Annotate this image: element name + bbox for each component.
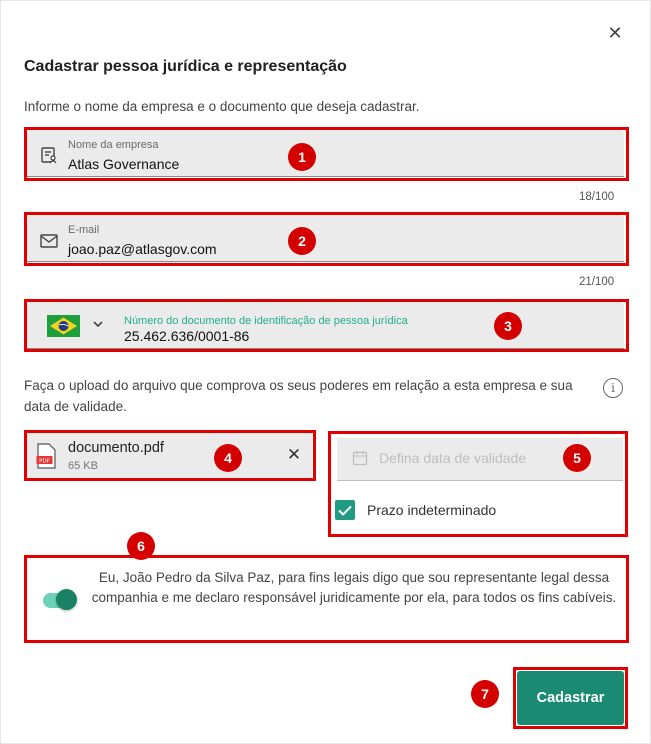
consent-toggle-thumb[interactable] xyxy=(56,589,77,610)
company-name-label: Nome da empresa xyxy=(68,139,159,151)
calendar-icon xyxy=(351,449,369,467)
uploaded-file-card: PDF documento.pdf 65 KB ✕ xyxy=(27,433,312,478)
chevron-down-icon[interactable] xyxy=(90,316,106,332)
document-number-field[interactable]: Número do documento de identificação de … xyxy=(27,302,624,349)
remove-file-icon[interactable]: ✕ xyxy=(285,445,303,464)
consent-text: Eu, João Pedro da Silva Paz, para fins l… xyxy=(91,570,617,605)
email-label: E-mail xyxy=(68,224,100,236)
document-number-label: Número do documento de identificação de … xyxy=(124,315,408,327)
indefinite-term-checkbox[interactable] xyxy=(335,500,355,520)
validity-date-placeholder: Defina data de validade xyxy=(379,450,527,466)
submit-button[interactable]: Cadastrar xyxy=(517,671,624,725)
dialog-title: Cadastrar pessoa jurídica e representaçã… xyxy=(24,58,347,75)
email-counter: 21/100 xyxy=(579,276,615,288)
annotation-badge-5: 5 xyxy=(563,444,591,472)
dialog-intro: Informe o nome da empresa e o documento … xyxy=(24,99,420,114)
info-icon[interactable]: i xyxy=(603,378,623,398)
file-name: documento.pdf xyxy=(68,440,164,456)
svg-text:PDF: PDF xyxy=(39,459,50,465)
indefinite-term-label: Prazo indeterminado xyxy=(367,502,497,518)
close-icon[interactable]: ✕ xyxy=(604,22,626,44)
brazil-flag-icon[interactable] xyxy=(47,315,80,337)
company-name-value[interactable]: Atlas Governance xyxy=(68,156,179,172)
register-company-dialog: ✕ Cadastrar pessoa jurídica e representa… xyxy=(0,0,651,744)
company-id-icon xyxy=(39,145,59,165)
annotation-badge-1: 1 xyxy=(288,143,316,171)
email-field[interactable]: E-mail joao.paz@atlasgov.com xyxy=(27,215,624,262)
file-size: 65 KB xyxy=(68,460,98,472)
email-value[interactable]: joao.paz@atlasgov.com xyxy=(68,241,217,257)
annotation-badge-7: 7 xyxy=(471,680,499,708)
annotation-badge-2: 2 xyxy=(288,227,316,255)
company-name-counter: 18/100 xyxy=(579,191,615,203)
company-name-field[interactable]: Nome da empresa Atlas Governance xyxy=(27,130,624,177)
pdf-file-icon: PDF xyxy=(35,443,57,469)
envelope-icon xyxy=(39,231,59,251)
annotation-badge-3: 3 xyxy=(494,312,522,340)
document-number-value[interactable]: 25.462.636/0001-86 xyxy=(124,328,249,344)
annotation-badge-4: 4 xyxy=(214,444,242,472)
annotation-badge-6: 6 xyxy=(127,532,155,560)
upload-instructions: Faça o upload do arquivo que comprova os… xyxy=(24,378,573,414)
